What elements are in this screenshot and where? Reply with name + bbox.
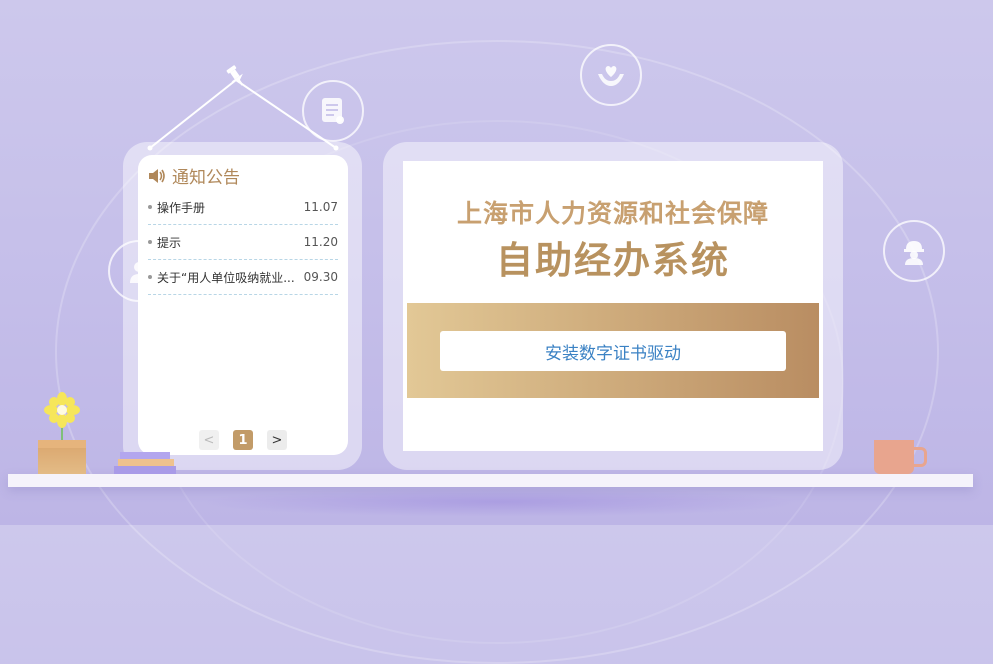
- notice-item-date: 09.30: [303, 270, 338, 284]
- bullet-icon: [148, 240, 152, 244]
- notice-item-date: 11.20: [303, 235, 338, 249]
- bullet-icon: [148, 205, 152, 209]
- notice-list: 操作手册 11.07 提示 11.20 关于“用人单位吸纳就业... 09.30: [148, 190, 338, 295]
- notice-item-title[interactable]: 操作手册: [157, 199, 205, 216]
- system-title: 自助经办系统: [496, 239, 730, 282]
- notice-title: 通知公告: [172, 168, 240, 188]
- install-certificate-driver-button[interactable]: 安装数字证书驱动: [440, 331, 786, 371]
- current-page-button[interactable]: 1: [233, 430, 253, 450]
- bullet-icon: [148, 275, 152, 279]
- next-page-button[interactable]: >: [267, 430, 287, 450]
- notice-item[interactable]: 关于“用人单位吸纳就业... 09.30: [148, 260, 338, 295]
- shelf-shadow: [200, 487, 800, 517]
- notice-item[interactable]: 提示 11.20: [148, 225, 338, 260]
- books-icon: [114, 452, 176, 474]
- prev-page-button[interactable]: <: [199, 430, 219, 450]
- notice-header: 通知公告: [148, 163, 240, 188]
- heart-hands-icon: [580, 44, 642, 106]
- system-org-title: 上海市人力资源和社会保障: [456, 199, 769, 228]
- flower-icon: [44, 392, 80, 440]
- mug-icon: [874, 440, 914, 474]
- notice-item-title[interactable]: 提示: [157, 234, 181, 251]
- worker-helmet-icon: [883, 220, 945, 282]
- notice-item-title[interactable]: 关于“用人单位吸纳就业...: [157, 269, 295, 286]
- flower-pot: [38, 440, 86, 474]
- shelf: [8, 474, 973, 487]
- pin-icon: [226, 65, 244, 86]
- notice-item-date: 11.07: [303, 200, 338, 214]
- pagination: < 1 >: [199, 430, 287, 450]
- mug-handle: [912, 447, 927, 467]
- notice-item[interactable]: 操作手册 11.07: [148, 190, 338, 225]
- speaker-icon: [149, 168, 165, 183]
